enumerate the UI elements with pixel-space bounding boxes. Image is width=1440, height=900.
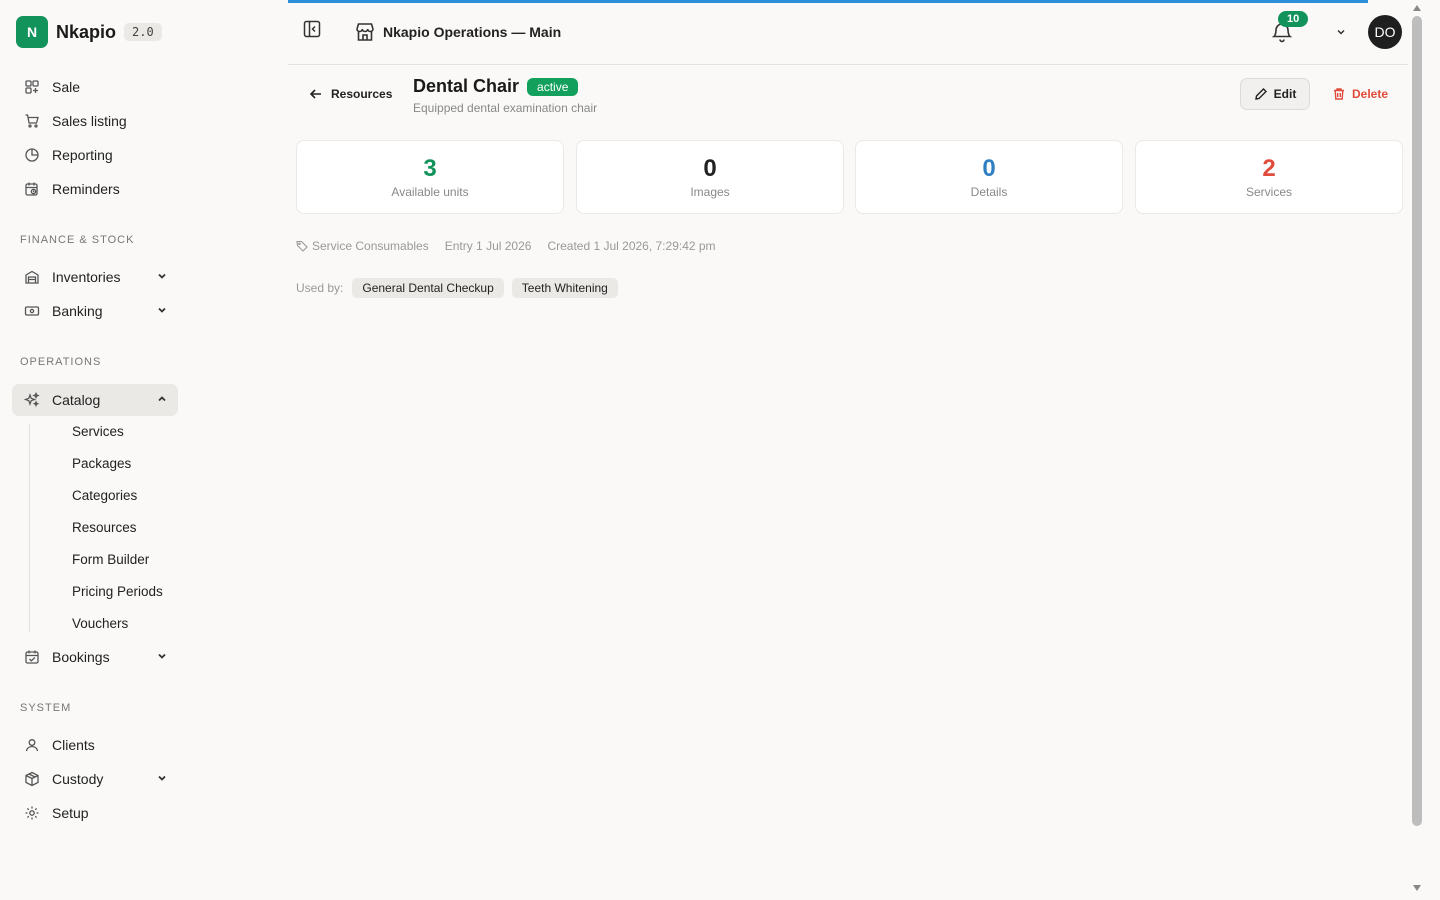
sidebar-item-sale[interactable]: Sale: [12, 71, 178, 103]
sidebar-item-label: Reminders: [52, 181, 120, 197]
sidebar-item-label: Inventories: [52, 269, 121, 285]
sidebar: N Nkapio 2.0 Sale Sales listing Reportin…: [0, 0, 288, 900]
workspace-switcher[interactable]: Nkapio Operations — Main: [354, 21, 561, 43]
sidebar-item-reporting[interactable]: Reporting: [12, 139, 178, 171]
banknote-icon: [24, 303, 40, 319]
sidebar-item-banking[interactable]: Banking: [12, 295, 178, 327]
chevron-up-icon[interactable]: [156, 393, 168, 405]
status-badge: active: [527, 77, 579, 96]
back-to-resources-link[interactable]: Resources: [308, 86, 392, 102]
stat-value: 0: [982, 155, 996, 182]
avatar[interactable]: DO: [1368, 15, 1402, 49]
sidebar-item-sales-listing[interactable]: Sales listing: [12, 105, 178, 137]
delete-button-label: Delete: [1352, 87, 1389, 101]
gear-icon: [24, 805, 40, 821]
brand[interactable]: N Nkapio 2.0: [16, 16, 162, 48]
sidebar-item-label: Setup: [52, 805, 89, 821]
user-icon: [24, 737, 40, 753]
sidebar-item-label: Clients: [52, 737, 95, 753]
sidebar-item-reminders[interactable]: Reminders: [12, 173, 178, 205]
stat-label: Available units: [391, 185, 469, 199]
delete-button[interactable]: Delete: [1326, 78, 1394, 110]
chevron-down-icon[interactable]: [156, 650, 168, 662]
stat-label: Services: [1245, 185, 1292, 199]
section-label-finance: FINANCE & STOCK: [20, 234, 135, 246]
pencil-icon: [1254, 88, 1267, 100]
workspace-name: Nkapio Operations — Main: [383, 24, 562, 40]
cart-icon: [24, 113, 40, 129]
meta-row: Service Consumables Entry 1 Jul 2026 Cre…: [296, 239, 716, 253]
sidebar-item-setup[interactable]: Setup: [12, 797, 178, 829]
calendar-clock-icon: [24, 181, 40, 197]
used-by-label: Used by:: [296, 281, 344, 295]
trash-icon: [1334, 88, 1344, 100]
sidebar-item-bookings[interactable]: Bookings: [12, 641, 178, 673]
sidebar-item-label: Catalog: [52, 392, 101, 408]
scroll-down-arrow-icon[interactable]: [1412, 884, 1422, 892]
sidebar-item-label: Sales listing: [52, 113, 127, 129]
sidebar-item-catalog[interactable]: Catalog: [12, 384, 178, 416]
store-icon: [356, 23, 374, 41]
sidebar-subitem-pricing-periods[interactable]: Pricing Periods: [72, 584, 163, 599]
section-label-system: SYSTEM: [20, 702, 72, 714]
meta-category: Service Consumables: [312, 239, 429, 253]
back-link-label: Resources: [331, 87, 393, 101]
meta-created-date: Created 1 Jul 2026, 7:29:42 pm: [547, 239, 716, 253]
stat-card-details: 0 Details: [855, 140, 1123, 214]
warehouse-icon: [24, 269, 40, 285]
grid-plus-icon: [24, 79, 40, 95]
brand-name: Nkapio: [56, 21, 117, 42]
sidebar-item-label: Custody: [52, 771, 104, 787]
stat-label: Images: [690, 185, 730, 199]
sidebar-item-label: Banking: [52, 303, 103, 319]
edit-button[interactable]: Edit: [1240, 78, 1310, 110]
chevron-down-icon[interactable]: [156, 270, 168, 282]
stat-card-services: 2 Services: [1135, 140, 1403, 214]
calendar-check-icon: [24, 649, 40, 665]
sidebar-item-label: Sale: [52, 79, 81, 95]
sidebar-subitem-vouchers[interactable]: Vouchers: [72, 616, 128, 631]
used-by-chip[interactable]: Teeth Whitening: [511, 278, 618, 298]
sidebar-subitem-resources[interactable]: Resources: [72, 520, 137, 535]
scrollbar-thumb[interactable]: [1412, 16, 1422, 826]
used-by-chip[interactable]: General Dental Checkup: [352, 278, 504, 298]
submenu-rail: [29, 424, 30, 632]
stat-card-available-units: 3 Available units: [296, 140, 564, 214]
scroll-up-arrow-icon[interactable]: [1412, 4, 1422, 12]
page-subtitle: Equipped dental examination chair: [413, 101, 598, 115]
sidebar-subitem-services[interactable]: Services: [72, 424, 124, 439]
chevron-down-icon[interactable]: [156, 304, 168, 316]
sidebar-toggle-icon[interactable]: [302, 19, 322, 39]
sidebar-subitem-categories[interactable]: Categories: [72, 488, 137, 503]
chevron-down-icon[interactable]: [156, 772, 168, 784]
tag-icon: [296, 240, 308, 252]
section-label-operations: OPERATIONS: [20, 356, 102, 368]
used-by-row: Used by: General Dental Checkup Teeth Wh…: [296, 278, 626, 298]
brand-logo: N: [16, 16, 48, 48]
title-row: Dental Chair active: [413, 76, 579, 97]
page-title: Dental Chair: [413, 76, 520, 96]
stat-value: 0: [703, 155, 717, 182]
sidebar-item-label: Bookings: [52, 649, 110, 665]
stat-label: Details: [970, 185, 1008, 199]
stat-value: 3: [423, 155, 437, 182]
sidebar-subitem-form-builder[interactable]: Form Builder: [72, 552, 149, 567]
sidebar-item-inventories[interactable]: Inventories: [12, 261, 178, 293]
stat-card-images: 0 Images: [576, 140, 844, 214]
sidebar-item-label: Reporting: [52, 147, 113, 163]
top-header: Nkapio Operations — Main 10 DO: [288, 3, 1408, 65]
sparkles-icon: [24, 392, 40, 408]
version-badge: 2.0: [124, 23, 162, 41]
meta-entry-date: Entry 1 Jul 2026: [444, 239, 532, 253]
sidebar-item-custody[interactable]: Custody: [12, 763, 178, 795]
box-icon: [24, 771, 40, 787]
stat-value: 2: [1262, 155, 1276, 182]
arrow-left-icon: [309, 89, 321, 99]
pie-chart-icon: [24, 147, 40, 163]
sidebar-item-clients[interactable]: Clients: [12, 729, 178, 761]
edit-button-label: Edit: [1273, 87, 1297, 101]
notification-count-badge: 10: [1278, 11, 1309, 27]
sidebar-subitem-packages[interactable]: Packages: [72, 456, 131, 471]
chevron-down-icon[interactable]: [1336, 27, 1346, 37]
